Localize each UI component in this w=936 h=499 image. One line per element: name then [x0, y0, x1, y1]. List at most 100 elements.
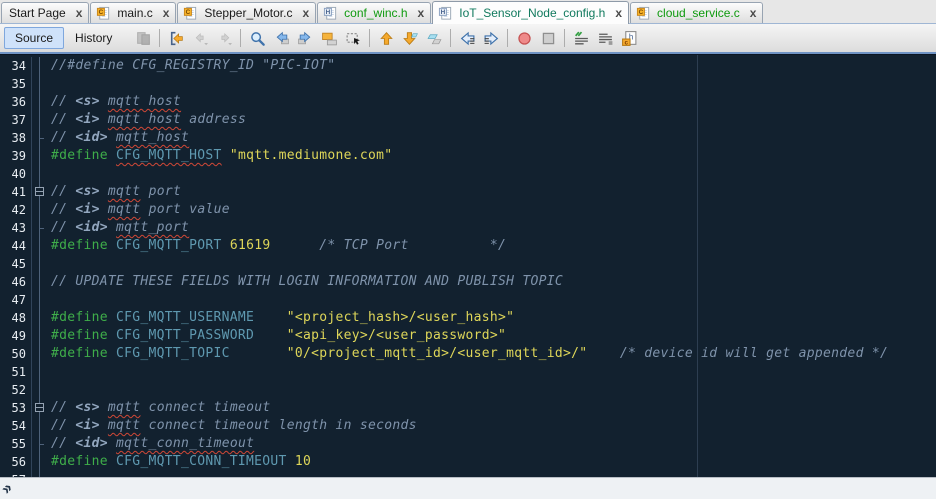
code-text[interactable]: //#define CFG_REGISTRY_ID "PIC-IOT": [47, 57, 335, 75]
code-editor[interactable]: 34//#define CFG_REGISTRY_ID "PIC-IOT" 35 3…: [0, 54, 936, 477]
code-text[interactable]: // <s> mqtt host: [47, 93, 181, 111]
code-area[interactable]: 34//#define CFG_REGISTRY_ID "PIC-IOT" 35 3…: [0, 55, 936, 477]
code-segment: mqtt: [107, 400, 141, 415]
code-line[interactable]: 40: [0, 165, 936, 183]
record-macro-button[interactable]: [513, 27, 535, 49]
code-line[interactable]: 42 // <i> mqtt port value: [0, 201, 936, 219]
code-line[interactable]: 47: [0, 291, 936, 309]
tab-close-icon[interactable]: x: [302, 7, 309, 19]
diff-button[interactable]: [132, 27, 154, 49]
tab-close-icon[interactable]: x: [615, 7, 622, 19]
code-line[interactable]: 55 // <id> mqtt_conn_timeout: [0, 435, 936, 453]
code-text[interactable]: [47, 363, 51, 381]
tab-iot-sensor-node-config-h[interactable]: H IoT_Sensor_Node_config.h x: [432, 1, 630, 24]
code-text[interactable]: // UPDATE THESE FIELDS WITH LOGIN INFORM…: [47, 273, 563, 291]
history-view-button[interactable]: History: [64, 27, 123, 49]
code-line[interactable]: 35: [0, 75, 936, 93]
code-line[interactable]: 37 // <i> mqtt host address: [0, 111, 936, 129]
code-line[interactable]: 36 // <s> mqtt host: [0, 93, 936, 111]
uncomment-button[interactable]: [594, 27, 616, 49]
breadcrumb-expand-icon[interactable]: »: [0, 479, 16, 497]
code-text[interactable]: #define CFG_MQTT_PASSWORD "<api_key>/<us…: [47, 327, 506, 345]
code-segment: mqtt host: [107, 94, 182, 109]
toggle-highlight-button[interactable]: [318, 27, 340, 49]
code-line[interactable]: 43 // <id> mqtt_port: [0, 219, 936, 237]
tab-start-page[interactable]: Start Page x: [1, 2, 90, 23]
code-text[interactable]: // <id> mqtt_port: [47, 219, 189, 237]
code-text[interactable]: #define CFG_MQTT_HOST "mqtt.mediumone.co…: [47, 147, 392, 165]
find-previous-button[interactable]: [270, 27, 292, 49]
source-view-button[interactable]: Source: [4, 27, 65, 49]
header-source-toggle-button[interactable]: hc: [618, 27, 640, 49]
code-line[interactable]: 34 //#define CFG_REGISTRY_ID "PIC-IOT": [0, 57, 936, 75]
code-line[interactable]: 46 // UPDATE THESE FIELDS WITH LOGIN INFO…: [0, 273, 936, 291]
code-segment: //#define CFG_REGISTRY_ID "PIC-IOT": [51, 58, 336, 73]
code-segment: //: [51, 418, 76, 433]
tab-main-c[interactable]: Cmain.c x: [90, 2, 177, 23]
code-text[interactable]: #define CFG_MQTT_CONN_TIMEOUT 10: [47, 453, 311, 471]
code-text[interactable]: // <s> mqtt connect timeout: [47, 399, 270, 417]
code-text[interactable]: [47, 381, 51, 399]
code-line[interactable]: 50 #define CFG_MQTT_TOPIC "0/<project_mqt…: [0, 345, 936, 363]
next-bookmark-button[interactable]: [399, 27, 421, 49]
code-text[interactable]: [47, 75, 51, 93]
code-text[interactable]: [47, 255, 51, 273]
code-text[interactable]: #define CFG_MQTT_TOPIC "0/<project_mqtt_…: [47, 345, 888, 363]
stop-macro-button[interactable]: [537, 27, 559, 49]
code-line[interactable]: 39 #define CFG_MQTT_HOST "mqtt.mediumone.…: [0, 147, 936, 165]
fold-start-marker[interactable]: [32, 399, 47, 417]
code-line[interactable]: 52: [0, 381, 936, 399]
code-text[interactable]: // <id> mqtt_conn_timeout: [47, 435, 254, 453]
find-selection-button[interactable]: [246, 27, 268, 49]
tab-label: main.c: [117, 6, 153, 20]
code-line[interactable]: 45: [0, 255, 936, 273]
tab-close-icon[interactable]: x: [163, 7, 170, 19]
shift-left-button[interactable]: [456, 27, 478, 49]
code-text[interactable]: // <id> mqtt_host: [47, 129, 189, 147]
code-line[interactable]: 57: [0, 471, 936, 477]
code-line[interactable]: 48 #define CFG_MQTT_USERNAME "<project_ha…: [0, 309, 936, 327]
code-line[interactable]: 38 // <id> mqtt_host: [0, 129, 936, 147]
toggle-bookmark-button[interactable]: [423, 27, 445, 49]
forward-button[interactable]: [213, 27, 235, 49]
tab-close-icon[interactable]: x: [418, 7, 425, 19]
breadcrumb-bar: »: [0, 477, 936, 499]
code-line[interactable]: 54 // <i> mqtt connect timeout length in …: [0, 417, 936, 435]
code-text[interactable]: // <i> mqtt port value: [47, 201, 230, 219]
code-text[interactable]: #define CFG_MQTT_PORT 61619 /* TCP Port …: [47, 237, 506, 255]
code-text[interactable]: [47, 291, 51, 309]
code-line[interactable]: 56 #define CFG_MQTT_CONN_TIMEOUT 10: [0, 453, 936, 471]
code-line[interactable]: 53 // <s> mqtt connect timeout: [0, 399, 936, 417]
code-segment: <i>: [75, 112, 100, 127]
previous-bookmark-button[interactable]: [375, 27, 397, 49]
code-segment: /* device id will get appended */: [619, 346, 889, 361]
code-text[interactable]: #define CFG_MQTT_USERNAME "<project_hash…: [47, 309, 514, 327]
back-button[interactable]: [189, 27, 211, 49]
code-text[interactable]: [47, 165, 51, 183]
code-text[interactable]: // <i> mqtt connect timeout length in se…: [47, 417, 417, 435]
fold-guide: [32, 291, 47, 309]
fold-start-marker[interactable]: [32, 183, 47, 201]
code-segment: <id>: [75, 436, 108, 451]
find-next-button[interactable]: [294, 27, 316, 49]
tab-conf-winc-h[interactable]: Hconf_winc.h x: [317, 2, 432, 23]
code-text[interactable]: // <s> mqtt port: [47, 183, 181, 201]
code-segment: #define: [51, 346, 117, 361]
comment-button[interactable]: [570, 27, 592, 49]
last-edit-button[interactable]: [165, 27, 187, 49]
code-line[interactable]: 51: [0, 363, 936, 381]
code-text[interactable]: [47, 471, 51, 477]
code-line[interactable]: 41 // <s> mqtt port: [0, 183, 936, 201]
shift-right-button[interactable]: [480, 27, 502, 49]
code-line[interactable]: 44 #define CFG_MQTT_PORT 61619 /* TCP Por…: [0, 237, 936, 255]
code-text[interactable]: // <i> mqtt host address: [47, 111, 246, 129]
rectangular-selection-button[interactable]: [342, 27, 364, 49]
line-number: 45: [0, 255, 32, 273]
tab-close-icon[interactable]: x: [750, 7, 757, 19]
tab-close-icon[interactable]: x: [76, 7, 83, 19]
code-line[interactable]: 49 #define CFG_MQTT_PASSWORD "<api_key>/<…: [0, 327, 936, 345]
tab-cloud-service-c[interactable]: Ccloud_service.c x: [630, 2, 764, 23]
tab-stepper-motor-c[interactable]: C Stepper_Motor.c x: [177, 2, 317, 23]
